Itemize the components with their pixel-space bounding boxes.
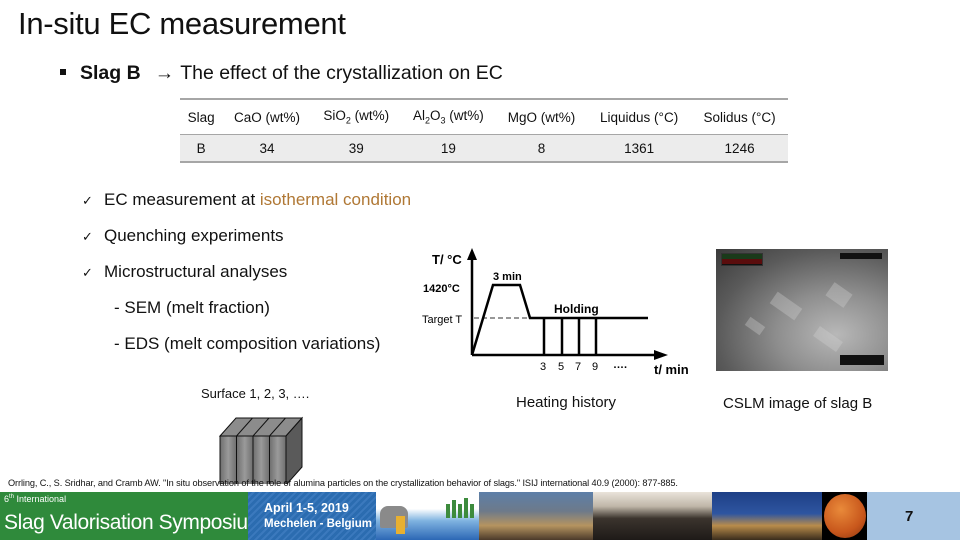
subtitle-text: The effect of the crystallization on EC <box>180 62 503 84</box>
peak-temp-label: 1420°C <box>423 283 460 295</box>
checkmark-icon: ✓ <box>82 229 93 244</box>
crystal-shape <box>744 316 766 336</box>
event-dates: April 1-5, 2019 <box>264 501 349 515</box>
cell-sio2: 39 <box>311 134 401 162</box>
sub-item-eds: - EDS (melt composition variations) <box>114 334 381 353</box>
header-slag: Slag <box>180 99 223 135</box>
surface-label: Surface 1, 2, 3, …. <box>201 386 310 401</box>
header-solidus: Solidus (°C) <box>691 99 788 135</box>
subtitle-slag: Slag B <box>80 62 141 84</box>
hud-readout <box>721 253 763 266</box>
table-row: B 34 39 19 8 1361 1246 <box>180 134 788 162</box>
header-liquidus: Liquidus (°C) <box>587 99 692 135</box>
block-slice <box>269 435 287 484</box>
footer-event-block: 6th International Slag Valorisation Symp… <box>0 492 265 540</box>
crystal-shape <box>825 282 853 308</box>
accent-text: isothermal condition <box>259 190 412 209</box>
sample-block-diagram <box>218 416 304 484</box>
cell-solidus: 1246 <box>691 134 788 162</box>
hud-filename <box>840 253 882 259</box>
temperature-profile-line <box>470 283 648 356</box>
reference-citation: Orrling, C., S. Sridhar, and Cramb AW. "… <box>8 478 678 488</box>
checkmark-icon: ✓ <box>82 265 93 280</box>
footer-banner: 6th International Slag Valorisation Symp… <box>0 492 960 540</box>
checkmark-icon: ✓ <box>82 193 93 208</box>
header-sio2: SiO2 (wt%) <box>311 99 401 135</box>
composition-table: Slag CaO (wt%) SiO2 (wt%) Al2O3 (wt%) Mg… <box>180 98 788 163</box>
edition-label: 6th International <box>4 494 67 504</box>
building-photo <box>712 492 822 540</box>
header-al2o3: Al2O3 (wt%) <box>400 99 496 135</box>
header-mgo: MgO (wt%) <box>495 99 588 135</box>
square-bullet-icon <box>60 68 66 75</box>
cell-mgo: 8 <box>495 134 588 162</box>
header-cao: CaO (wt%) <box>222 99 312 135</box>
slide-title: In-situ EC measurement <box>18 6 346 41</box>
heating-history-caption: Heating history <box>516 394 617 411</box>
x-axis-arrow-icon <box>654 350 668 360</box>
list-item: ✓ Microstructural analyses <box>82 262 288 281</box>
cell-cao: 34 <box>222 134 312 162</box>
event-name: Slag Valorisation Symposium <box>4 511 265 534</box>
page-number: 7 <box>905 508 914 525</box>
city-photo <box>479 492 593 540</box>
list-item: ✓ Quenching experiments <box>82 226 284 245</box>
hud-scalebar <box>840 355 884 365</box>
footer-date-block: April 1-5, 2019 Mechelen - Belgium <box>248 492 376 540</box>
tick-label: 5 <box>558 361 564 373</box>
x-axis-label: t/ min <box>654 362 689 377</box>
cell-slag: B <box>180 134 223 162</box>
tick-label: 3 <box>540 361 546 373</box>
event-location: Mechelen - Belgium <box>264 518 372 530</box>
block-slice <box>219 435 237 484</box>
sub-item-sem: - SEM (melt fraction) <box>114 298 270 317</box>
subtitle: Slag B → The effect of the crystallization… <box>60 62 503 85</box>
target-temp-label: Target T <box>422 314 462 326</box>
y-axis-label: T/ °C <box>432 252 462 267</box>
cell-liquidus: 1361 <box>587 134 692 162</box>
list-item: ✓ EC measurement at isothermal condition <box>82 190 412 209</box>
landscape-illustration <box>376 492 479 540</box>
cell-al2o3: 19 <box>400 134 496 162</box>
crystal-shape <box>769 291 803 321</box>
peak-hold-label: 3 min <box>493 271 522 283</box>
heating-history-diagram: T/ °C 1420°C Target T 3 min Holding 3 5 … <box>422 248 689 377</box>
audience-photo <box>593 492 712 540</box>
cslm-micrograph-image <box>716 249 888 371</box>
block-slice <box>252 435 270 484</box>
tick-label: 9 <box>592 361 598 373</box>
block-slice <box>236 435 254 484</box>
tick-ellipsis: …. <box>613 359 627 371</box>
y-axis-arrow-icon <box>467 248 477 260</box>
tick-label: 7 <box>575 361 581 373</box>
cslm-caption: CSLM image of slag B <box>723 395 873 412</box>
table-header-row: Slag CaO (wt%) SiO2 (wt%) Al2O3 (wt%) Mg… <box>180 99 788 135</box>
page-number-box: 7 <box>867 492 960 540</box>
holding-label: Holding <box>554 302 599 316</box>
crystal-shape <box>813 326 843 352</box>
planet-photo <box>822 492 867 540</box>
arrow-right-icon: → <box>154 62 175 84</box>
